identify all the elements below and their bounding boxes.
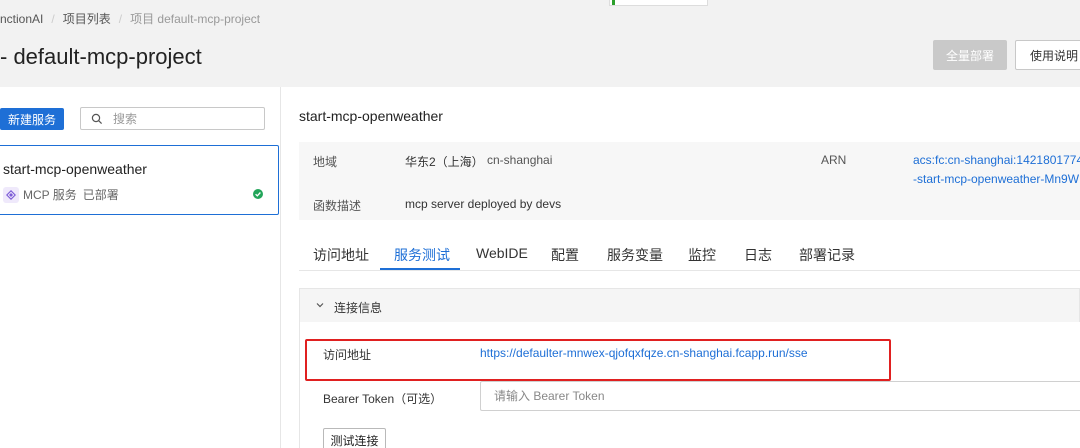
bearer-token-field[interactable] bbox=[480, 381, 1080, 411]
breadcrumb: nctionAI / 项目列表 / 项目 default-mcp-project bbox=[0, 10, 260, 27]
tab-monitoring[interactable]: 监控 bbox=[688, 245, 716, 265]
service-type-label: MCP 服务 bbox=[23, 188, 77, 202]
description-value: mcp server deployed by devs bbox=[405, 197, 562, 211]
new-service-button[interactable]: 新建服务 bbox=[0, 108, 64, 130]
description-label: 函数描述 bbox=[313, 199, 362, 213]
test-connection-button[interactable]: 测试连接 bbox=[323, 428, 386, 448]
service-card-start-mcp-openweather[interactable]: start-mcp-openweather MCP 服务 已部署 bbox=[0, 145, 279, 215]
bearer-token-input[interactable] bbox=[494, 389, 1054, 403]
service-title: start-mcp-openweather bbox=[299, 108, 443, 124]
arn-label: ARN bbox=[821, 153, 847, 167]
tab-logs[interactable]: 日志 bbox=[744, 245, 772, 265]
chevron-down-icon bbox=[316, 303, 324, 308]
floating-toast bbox=[609, 0, 708, 6]
region-value: 华东2（上海） bbox=[405, 155, 484, 169]
region-id: cn-shanghai bbox=[487, 153, 553, 167]
service-info-box: 地域 华东2（上海） cn-shanghai ARN acs:fc:cn-sha… bbox=[299, 142, 1080, 220]
search-input[interactable] bbox=[113, 111, 253, 126]
connection-info-title: 连接信息 bbox=[334, 301, 383, 315]
service-status-label: 已部署 bbox=[82, 188, 119, 202]
service-name: start-mcp-openweather bbox=[3, 161, 147, 177]
tab-service-variables[interactable]: 服务变量 bbox=[607, 245, 663, 265]
search-field[interactable] bbox=[80, 107, 265, 130]
deploy-all-button[interactable]: 全量部署 bbox=[933, 40, 1007, 70]
tab-service-test[interactable]: 服务测试 bbox=[394, 245, 450, 265]
arn-value-line2[interactable]: -start-mcp-openweather-Mn9W bbox=[913, 172, 1079, 186]
breadcrumb-separator: / bbox=[51, 11, 55, 26]
tab-config[interactable]: 配置 bbox=[551, 245, 579, 265]
toast-accent-bar bbox=[612, 0, 615, 5]
breadcrumb-item-root[interactable]: nctionAI bbox=[0, 12, 43, 26]
page-title: - default-mcp-project bbox=[0, 44, 202, 69]
service-detail: start-mcp-openweather 地域 华东2（上海） cn-shan… bbox=[281, 87, 1080, 448]
bearer-token-label: Bearer Token（可选） bbox=[323, 392, 443, 406]
detail-tabs: 访问地址 服务测试 WebIDE 配置 服务变量 监控 日志 部署记录 bbox=[299, 233, 1080, 271]
tab-access-url[interactable]: 访问地址 bbox=[313, 245, 369, 265]
region-label: 地域 bbox=[313, 155, 338, 169]
search-icon bbox=[91, 113, 103, 124]
help-button[interactable]: 使用说明 bbox=[1015, 40, 1080, 70]
mcp-icon bbox=[3, 186, 19, 203]
access-url-link[interactable]: https://defaulter-mnwex-qjofqxfqze.cn-sh… bbox=[480, 346, 808, 360]
access-url-label: 访问地址 bbox=[323, 348, 372, 362]
service-meta: MCP 服务 已部署 bbox=[3, 186, 119, 203]
service-list-panel: 新建服务 start-mcp-openweather MCP 服务 已部署 bbox=[0, 87, 281, 448]
tab-deploy-history[interactable]: 部署记录 bbox=[799, 245, 855, 265]
page-header: nctionAI / 项目列表 / 项目 default-mcp-project… bbox=[0, 0, 1080, 87]
tab-webide[interactable]: WebIDE bbox=[476, 245, 528, 261]
connection-info-header[interactable]: 连接信息 bbox=[299, 288, 1080, 322]
arn-value-line1[interactable]: acs:fc:cn-shanghai:14218017743 bbox=[913, 153, 1080, 167]
breadcrumb-item-projects[interactable]: 项目列表 bbox=[63, 10, 111, 27]
deployed-check-icon bbox=[253, 189, 263, 199]
breadcrumb-separator: / bbox=[118, 11, 123, 26]
breadcrumb-current: 项目 default-mcp-project bbox=[130, 12, 261, 26]
active-tab-indicator bbox=[380, 268, 460, 270]
